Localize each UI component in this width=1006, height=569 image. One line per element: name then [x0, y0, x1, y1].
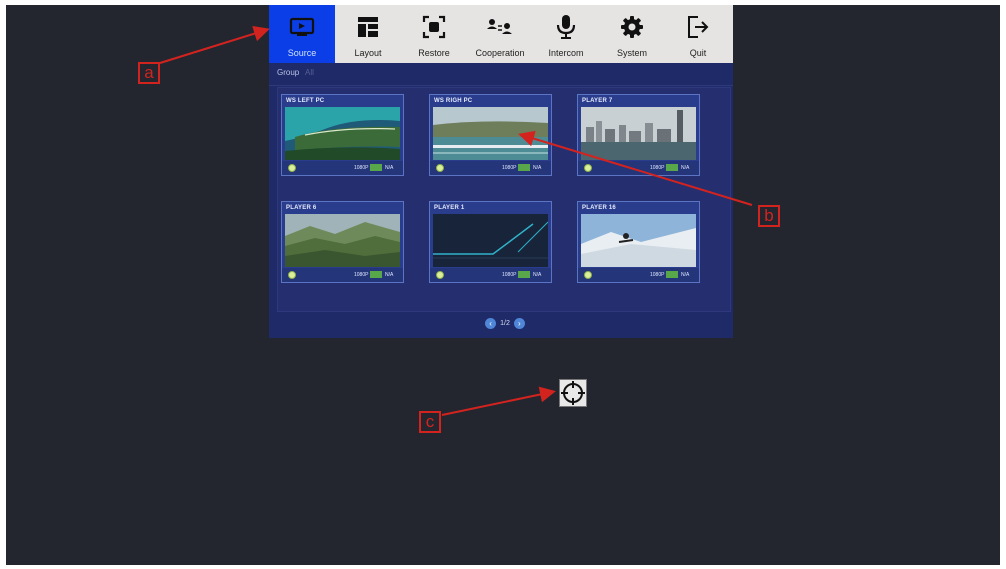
play-icon[interactable] — [584, 271, 592, 279]
tab-intercom[interactable]: Intercom — [533, 5, 599, 63]
tab-quit-label: Quit — [689, 48, 707, 58]
source-panel: Group All WS LEFT PC 1080P N/A WS RIGH P… — [269, 63, 733, 338]
group-filter: Group All — [269, 63, 733, 86]
card-title: WS LEFT PC — [286, 98, 325, 104]
source-card[interactable]: PLAYER 7 1080P N/A — [577, 94, 700, 176]
resolution-label: 1080P — [354, 272, 369, 278]
tab-restore-label: Restore — [418, 48, 450, 58]
source-card[interactable]: PLAYER 6 1080P N/A — [281, 201, 404, 283]
pagination: ‹ 1/2 › — [475, 316, 535, 330]
chevron-left-icon[interactable]: ‹ — [485, 317, 497, 329]
tab-restore[interactable]: Restore — [401, 5, 467, 63]
resolution-label: 1080P — [502, 272, 517, 278]
tab-system-label: System — [616, 48, 647, 58]
source-card[interactable]: WS RIGH PC 1080P N/A — [429, 94, 552, 176]
signal-badge — [666, 271, 678, 278]
group-label: Group — [277, 68, 300, 77]
card-footer: 1080P N/A — [282, 268, 403, 282]
tab-cooperation-label: Cooperation — [475, 48, 525, 58]
status-label: N/A — [681, 272, 690, 278]
thumbnail-image — [433, 214, 548, 267]
source-grid: WS LEFT PC 1080P N/A WS RIGH PC 1080P N/… — [277, 87, 731, 312]
page-indicator: 1/2 — [500, 319, 510, 327]
status-label: N/A — [385, 272, 394, 278]
resolution-label: 1080P — [650, 165, 665, 171]
tab-quit[interactable]: Quit — [665, 5, 731, 63]
status-label: N/A — [681, 165, 690, 171]
play-icon[interactable] — [288, 164, 296, 172]
source-icon — [287, 12, 317, 42]
cooperation-icon — [485, 12, 515, 42]
restore-icon — [419, 12, 449, 42]
play-icon[interactable] — [584, 164, 592, 172]
microphone-icon — [551, 12, 581, 42]
thumbnail-image — [581, 107, 696, 160]
card-footer: 1080P N/A — [430, 268, 551, 282]
crosshair-icon[interactable] — [559, 379, 587, 407]
card-title: PLAYER 7 — [582, 98, 613, 104]
group-select[interactable]: All — [305, 68, 314, 77]
layout-icon — [353, 12, 383, 42]
chevron-right-icon[interactable]: › — [513, 317, 525, 329]
annotation-label-a: a — [138, 62, 160, 84]
source-card[interactable]: PLAYER 16 1080P N/A — [577, 201, 700, 283]
status-label: N/A — [533, 165, 542, 171]
resolution-label: 1080P — [650, 272, 665, 278]
signal-badge — [518, 271, 530, 278]
thumbnail-image — [433, 107, 548, 160]
play-icon[interactable] — [436, 271, 444, 279]
source-card[interactable]: PLAYER 1 1080P N/A — [429, 201, 552, 283]
thumbnail-image — [285, 214, 400, 267]
tab-layout-label: Layout — [354, 48, 382, 58]
tab-source[interactable]: Source — [269, 5, 335, 63]
signal-badge — [518, 164, 530, 171]
exit-icon — [683, 12, 713, 42]
annotation-label-b: b — [758, 205, 780, 227]
source-card[interactable]: WS LEFT PC 1080P N/A — [281, 94, 404, 176]
play-icon[interactable] — [288, 271, 296, 279]
card-title: PLAYER 16 — [582, 205, 616, 211]
signal-badge — [370, 164, 382, 171]
resolution-label: 1080P — [354, 165, 369, 171]
status-label: N/A — [533, 272, 542, 278]
play-icon[interactable] — [436, 164, 444, 172]
tab-cooperation[interactable]: Cooperation — [467, 5, 533, 63]
card-title: PLAYER 1 — [434, 205, 465, 211]
resolution-label: 1080P — [502, 165, 517, 171]
gear-icon — [617, 12, 647, 42]
card-footer: 1080P N/A — [578, 161, 699, 175]
tab-system[interactable]: System — [599, 5, 665, 63]
thumbnail-image — [581, 214, 696, 267]
card-footer: 1080P N/A — [430, 161, 551, 175]
thumbnail-image — [285, 107, 400, 160]
card-title: WS RIGH PC — [434, 98, 473, 104]
tab-layout[interactable]: Layout — [335, 5, 401, 63]
tab-source-label: Source — [287, 48, 317, 58]
status-label: N/A — [385, 165, 394, 171]
top-toolbar: Source Layout Restore Cooperation Interc… — [269, 5, 733, 63]
card-footer: 1080P N/A — [282, 161, 403, 175]
signal-badge — [666, 164, 678, 171]
signal-badge — [370, 271, 382, 278]
annotation-label-c: c — [419, 411, 441, 433]
tab-intercom-label: Intercom — [548, 48, 584, 58]
card-title: PLAYER 6 — [286, 205, 317, 211]
card-footer: 1080P N/A — [578, 268, 699, 282]
